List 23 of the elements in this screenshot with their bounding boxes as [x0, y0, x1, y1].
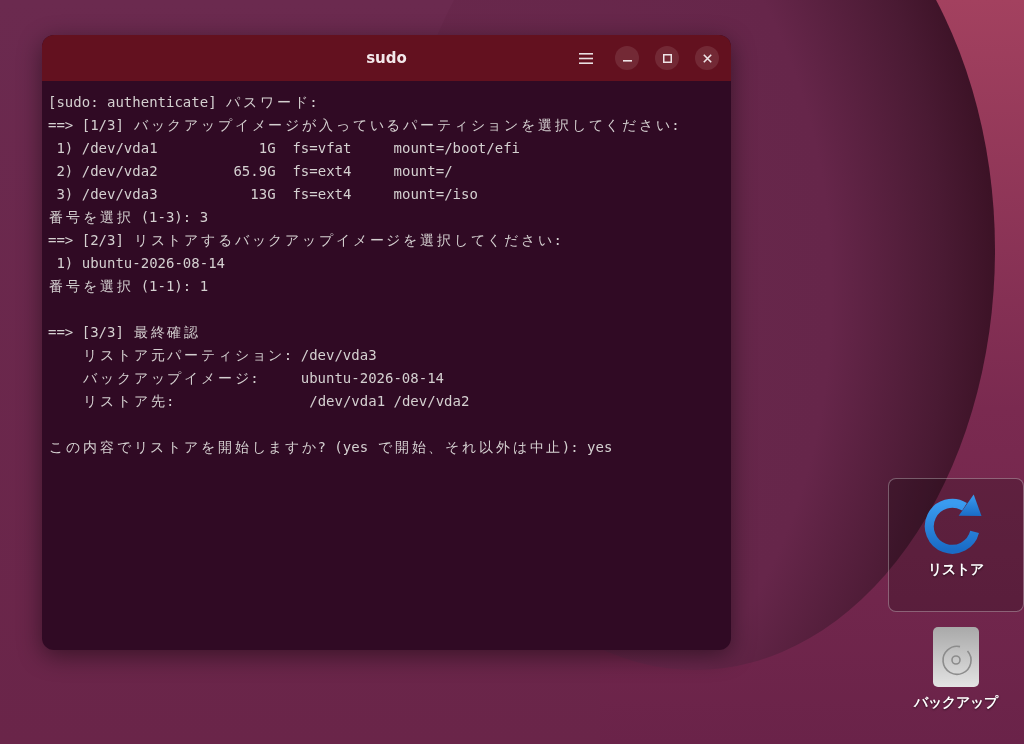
terminal-line: リストア元パーティション: /dev/vda3 — [82, 346, 377, 365]
terminal-line: ==> [3/3] 最終確認 — [48, 323, 200, 342]
terminal-line: ==> [2/3] リストアするバックアップイメージを選択してください: — [48, 231, 562, 250]
terminal-line: 2) /dev/vda2 65.9G fs=ext4 mount=/ — [56, 162, 453, 181]
window-title: sudo — [366, 47, 407, 69]
close-icon — [702, 53, 712, 63]
minimize-icon — [622, 60, 632, 62]
terminal-line: リストア先: /dev/vda1 /dev/vda2 — [82, 392, 470, 411]
close-button[interactable] — [695, 46, 719, 70]
menu-icon[interactable] — [579, 52, 593, 64]
terminal-line: この内容でリストアを開始しますか? (yes で開始、それ以外は中止): yes — [48, 438, 613, 457]
maximize-icon — [662, 53, 672, 63]
terminal-line: ==> [1/3] バックアップイメージが入っているパーティションを選択してください: — [48, 116, 680, 135]
terminal-line: 番号を選択 (1-1): 1 — [48, 277, 209, 296]
terminal-line: 1) ubuntu-2026-08-14 — [56, 254, 225, 273]
terminal-line: 番号を選択 (1-3): 3 — [48, 208, 209, 227]
maximize-button[interactable] — [655, 46, 679, 70]
terminal-line: [sudo: authenticate] パスワード: — [48, 93, 318, 112]
terminal-line: 3) /dev/vda3 13G fs=ext4 mount=/iso — [56, 185, 478, 204]
minimize-button[interactable] — [615, 46, 639, 70]
desktop-icon[interactable]: リストア — [887, 478, 1024, 612]
terminal-line: バックアップイメージ: ubuntu-2026-08-14 — [82, 369, 445, 388]
terminal-line: 1) /dev/vda1 1G fs=vfat mount=/boot/efi — [56, 139, 521, 158]
